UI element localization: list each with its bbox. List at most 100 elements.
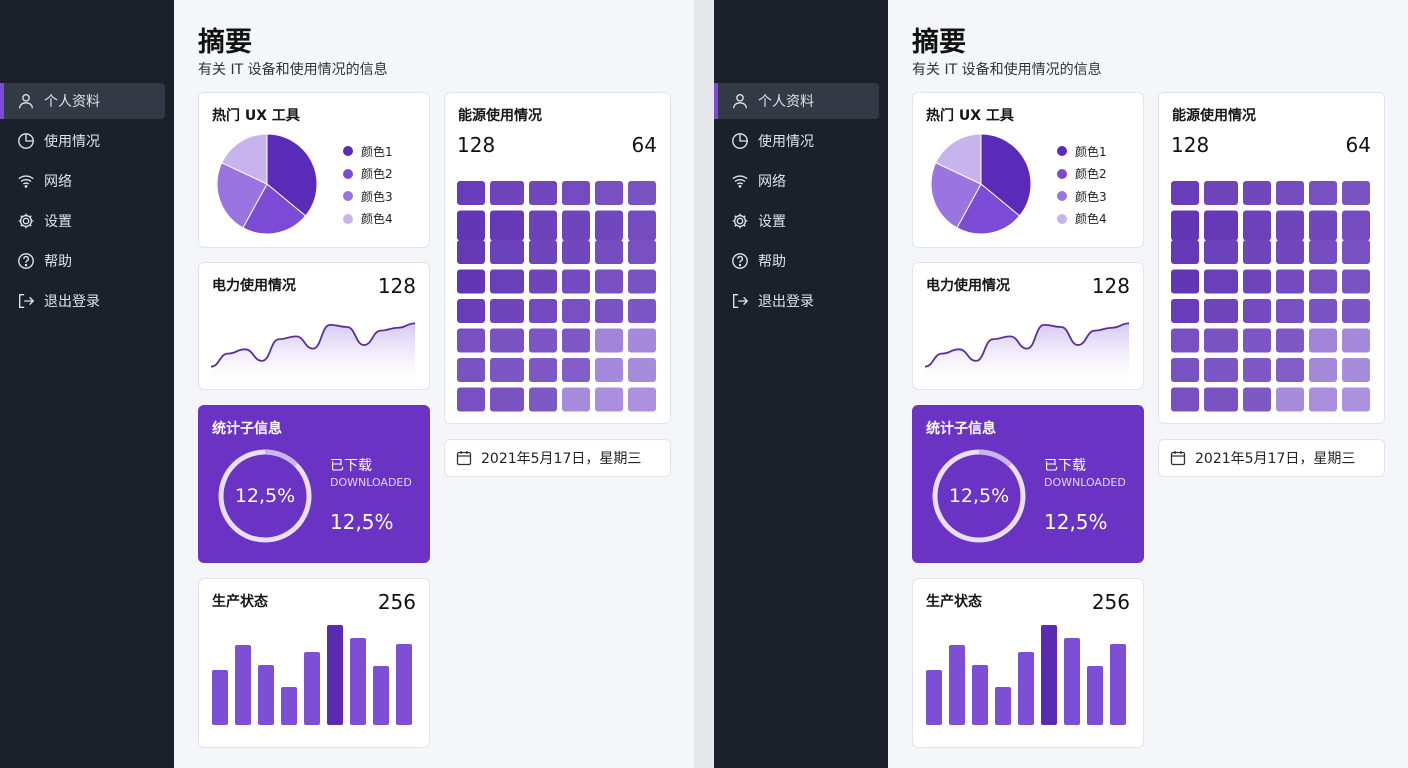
date-picker[interactable]: 2021年5月17日，星期三 [444, 439, 671, 477]
legend-item: 颜色2 [1057, 163, 1107, 186]
heatmap-cell [1171, 240, 1199, 264]
bar [1064, 638, 1080, 725]
logout-icon [16, 291, 36, 311]
heatmap-cell [562, 299, 590, 323]
card-stats: 统计子信息 12,5% 已下载 DOWNLOADED 12,5% [912, 405, 1144, 563]
heatmap-cell [457, 240, 485, 264]
heatmap-cell [490, 328, 524, 353]
sidebar-item-logout[interactable]: 退出登录 [714, 283, 888, 319]
legend-item: 颜色3 [1057, 185, 1107, 208]
heatmap-cell [457, 269, 485, 294]
ring-value: 12,5% [948, 485, 1010, 507]
heatmap-cell [1171, 269, 1199, 294]
heatmap-cell [595, 269, 623, 294]
heatmap-cell [595, 210, 623, 241]
sidebar-item-label: 网络 [44, 174, 72, 190]
heatmap-cell [529, 269, 557, 294]
power-value: 128 [1091, 274, 1130, 298]
legend-label: 颜色4 [1075, 212, 1107, 227]
energy-right-value: 64 [1345, 133, 1371, 157]
heatmap-cell [628, 210, 656, 241]
sidebar-item-profile[interactable]: 个人资料 [714, 83, 879, 119]
sidebar-item-label: 个人资料 [758, 94, 814, 110]
legend-label: 颜色4 [361, 212, 393, 227]
sidebar-item-usage[interactable]: 使用情况 [0, 123, 174, 159]
bar [1041, 625, 1057, 725]
heatmap-cell [457, 299, 485, 323]
sidebar-item-label: 网络 [758, 174, 786, 190]
legend-label: 颜色1 [361, 144, 393, 159]
heatmap-cell [457, 328, 485, 353]
card-power-usage: 电力使用情况 128 [198, 262, 430, 390]
heatmap-cell [1204, 328, 1238, 353]
legend-label: 颜色3 [1075, 189, 1107, 204]
heatmap-cell [628, 387, 656, 412]
production-value: 256 [1091, 590, 1130, 614]
heatmap-cell [457, 387, 485, 412]
bar [373, 666, 389, 725]
sidebar-item-usage[interactable]: 使用情况 [714, 123, 888, 159]
sidebar-item-label: 使用情况 [758, 134, 814, 150]
gear-icon [16, 211, 36, 231]
heatmap-cell [595, 328, 623, 353]
heatmap-cell [490, 181, 524, 205]
heatmap-cell [1342, 299, 1370, 323]
card-power-usage: 电力使用情况 128 [912, 262, 1144, 390]
bar [396, 644, 412, 725]
sidebar-item-settings[interactable]: 设置 [0, 203, 174, 239]
sidebar-nav: 个人资料 使用情况 网络 设置 帮助 退出登录 [0, 83, 174, 323]
heatmap-cell [562, 181, 590, 205]
heatmap-cell [595, 358, 623, 382]
bar [949, 645, 965, 725]
card-title: 热门 UX 工具 [212, 108, 300, 124]
wifi-icon [16, 171, 36, 191]
heatmap-cell [1171, 299, 1199, 323]
heatmap-cell [490, 240, 524, 264]
legend-dot [343, 168, 353, 179]
heatmap-cell [1309, 299, 1337, 323]
pie-chart [930, 133, 1032, 235]
heatmap-cell [1204, 240, 1238, 264]
card-title: 统计子信息 [212, 421, 282, 437]
sidebar-item-help[interactable]: 帮助 [714, 243, 888, 279]
page-subtitle: 有关 IT 设备和使用情况的信息 [912, 62, 1102, 78]
heatmap-cell [628, 181, 656, 205]
date-picker[interactable]: 2021年5月17日，星期三 [1158, 439, 1385, 477]
downloaded-label: 已下载 [1044, 458, 1086, 474]
bar [350, 638, 366, 725]
card-title: 电力使用情况 [926, 278, 1010, 294]
calendar-icon [1169, 449, 1187, 467]
heatmap-cell [1342, 181, 1370, 205]
area-fill [925, 323, 1129, 383]
heatmap [457, 181, 656, 412]
sidebar-item-network[interactable]: 网络 [714, 163, 888, 199]
bar [304, 652, 320, 725]
heatmap-cell [1204, 269, 1238, 294]
legend-dot [1057, 146, 1067, 157]
pie-chart-icon [16, 131, 36, 151]
heatmap-cell [628, 299, 656, 323]
sidebar-item-profile[interactable]: 个人资料 [0, 83, 165, 119]
sidebar-item-settings[interactable]: 设置 [714, 203, 888, 239]
heatmap-cell [1309, 181, 1337, 205]
downloaded-value: 12,5% [1044, 510, 1108, 534]
heatmap-cell [562, 210, 590, 241]
dashboard-panel-left: 个人资料 使用情况 网络 设置 帮助 退出登录 摘要 有关 IT 设备和使用情况… [0, 0, 694, 768]
sidebar-item-label: 使用情况 [44, 134, 100, 150]
sidebar-item-logout[interactable]: 退出登录 [0, 283, 174, 319]
heatmap-cell [1243, 210, 1271, 241]
heatmap-cell [529, 210, 557, 241]
bar [258, 665, 274, 725]
help-circle-icon [16, 251, 36, 271]
heatmap-cell [1309, 358, 1337, 382]
sidebar-item-help[interactable]: 帮助 [0, 243, 174, 279]
heatmap-cell [529, 387, 557, 412]
legend-label: 颜色3 [361, 189, 393, 204]
bar [212, 670, 228, 725]
card-title: 能源使用情况 [1172, 108, 1256, 124]
calendar-icon [455, 449, 473, 467]
bar [972, 665, 988, 725]
sidebar-item-network[interactable]: 网络 [0, 163, 174, 199]
heatmap-cell [490, 299, 524, 323]
heatmap-cell [1171, 358, 1199, 382]
